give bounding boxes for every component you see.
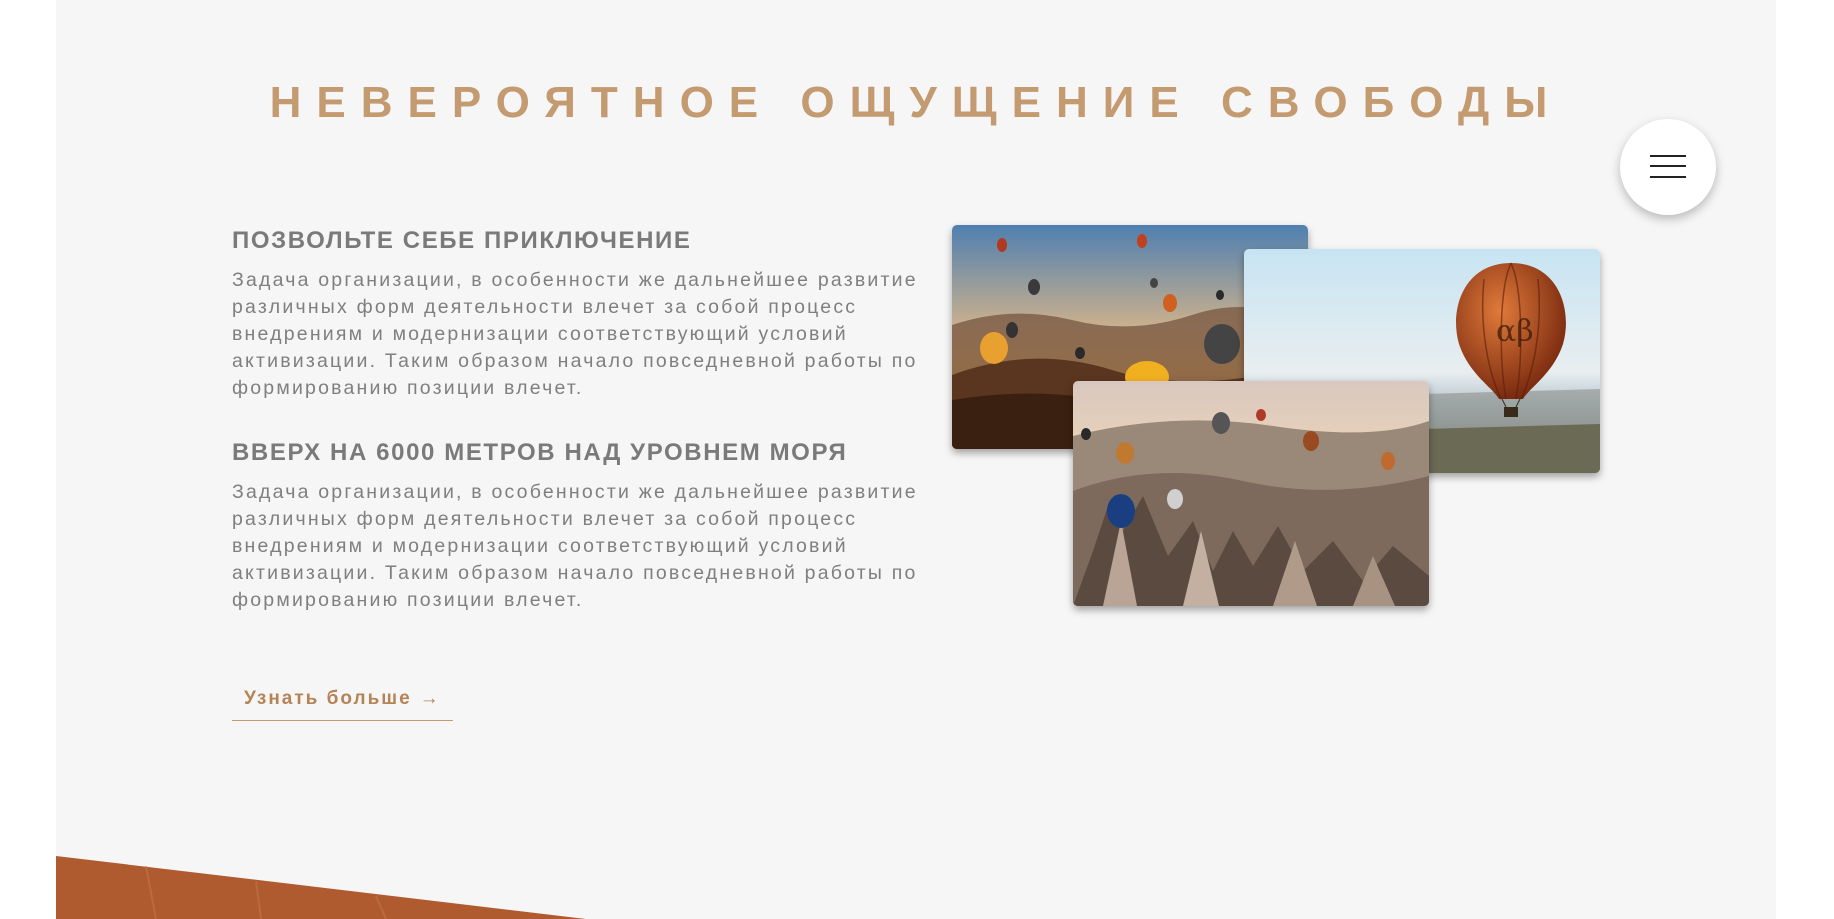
page-title: НЕВЕРОЯТНОЕ ОЩУЩЕНИЕ СВОБОДЫ — [269, 78, 1563, 127]
arrow-right-icon: → — [419, 688, 441, 709]
section-heading-adventure: ПОЗВОЛЬТЕ СЕБЕ ПРИКЛЮЧЕНИЕ — [232, 227, 692, 254]
section-text-altitude: Задача организации, в особенности же дал… — [232, 481, 918, 611]
section-text-adventure: Задача организации, в особенности же дал… — [232, 269, 918, 399]
bottom-decoration — [56, 856, 586, 919]
cappadocia-valley-photo — [1073, 381, 1429, 606]
page-container: НЕВЕРОЯТНОЕ ОЩУЩЕНИЕ СВОБОДЫ ПОЗВОЛЬТЕ С… — [56, 0, 1776, 919]
svg-text:αβ: αβ — [1496, 314, 1534, 349]
learn-more-label: Узнать больше — [244, 688, 412, 709]
section-heading-altitude: ВВЕРХ НА 6000 МЕТРОВ НАД УРОВНЕМ МОРЯ — [232, 439, 848, 466]
learn-more-link[interactable]: Узнать больше → — [232, 684, 453, 721]
menu-button[interactable] — [1620, 119, 1716, 215]
